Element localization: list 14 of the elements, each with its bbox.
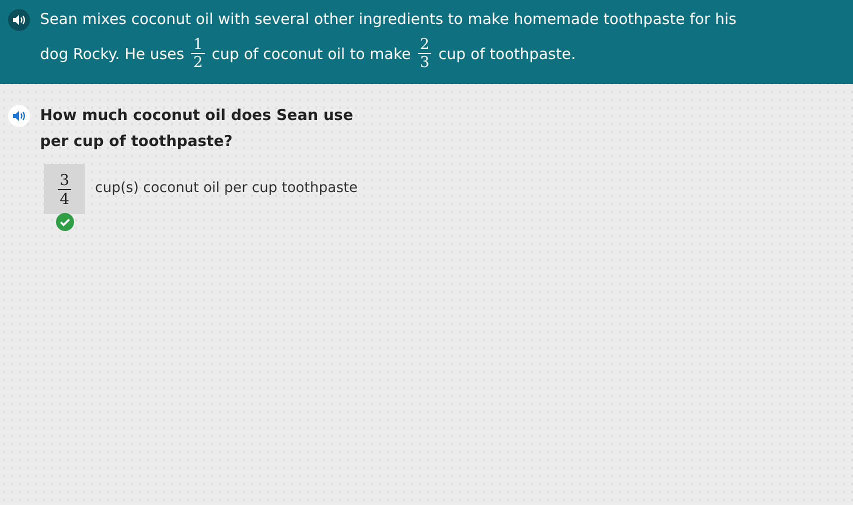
prompt-text: cup of coconut oil to make (212, 44, 411, 63)
numerator: 2 (418, 36, 432, 54)
denominator: 2 (193, 54, 203, 72)
prompt-text: dog Rocky. He uses (40, 44, 184, 63)
speaker-icon[interactable] (8, 105, 30, 127)
prompt-text: Sean mixes coconut oil with several other ingredients to make homemade toothpaste for his (40, 10, 736, 28)
numerator: 1 (191, 36, 205, 54)
question-text: per cup of toothpaste? (40, 131, 234, 152)
unit-label: cup(s) coconut oil per cup toothpaste (95, 180, 358, 196)
denominator: 3 (420, 54, 430, 72)
prompt-text: cup of toothpaste. (438, 44, 576, 63)
answer-box[interactable]: 3 4 (44, 164, 85, 214)
question-text: How much coconut oil does Sean use (40, 105, 354, 126)
speaker-icon[interactable] (8, 9, 30, 31)
